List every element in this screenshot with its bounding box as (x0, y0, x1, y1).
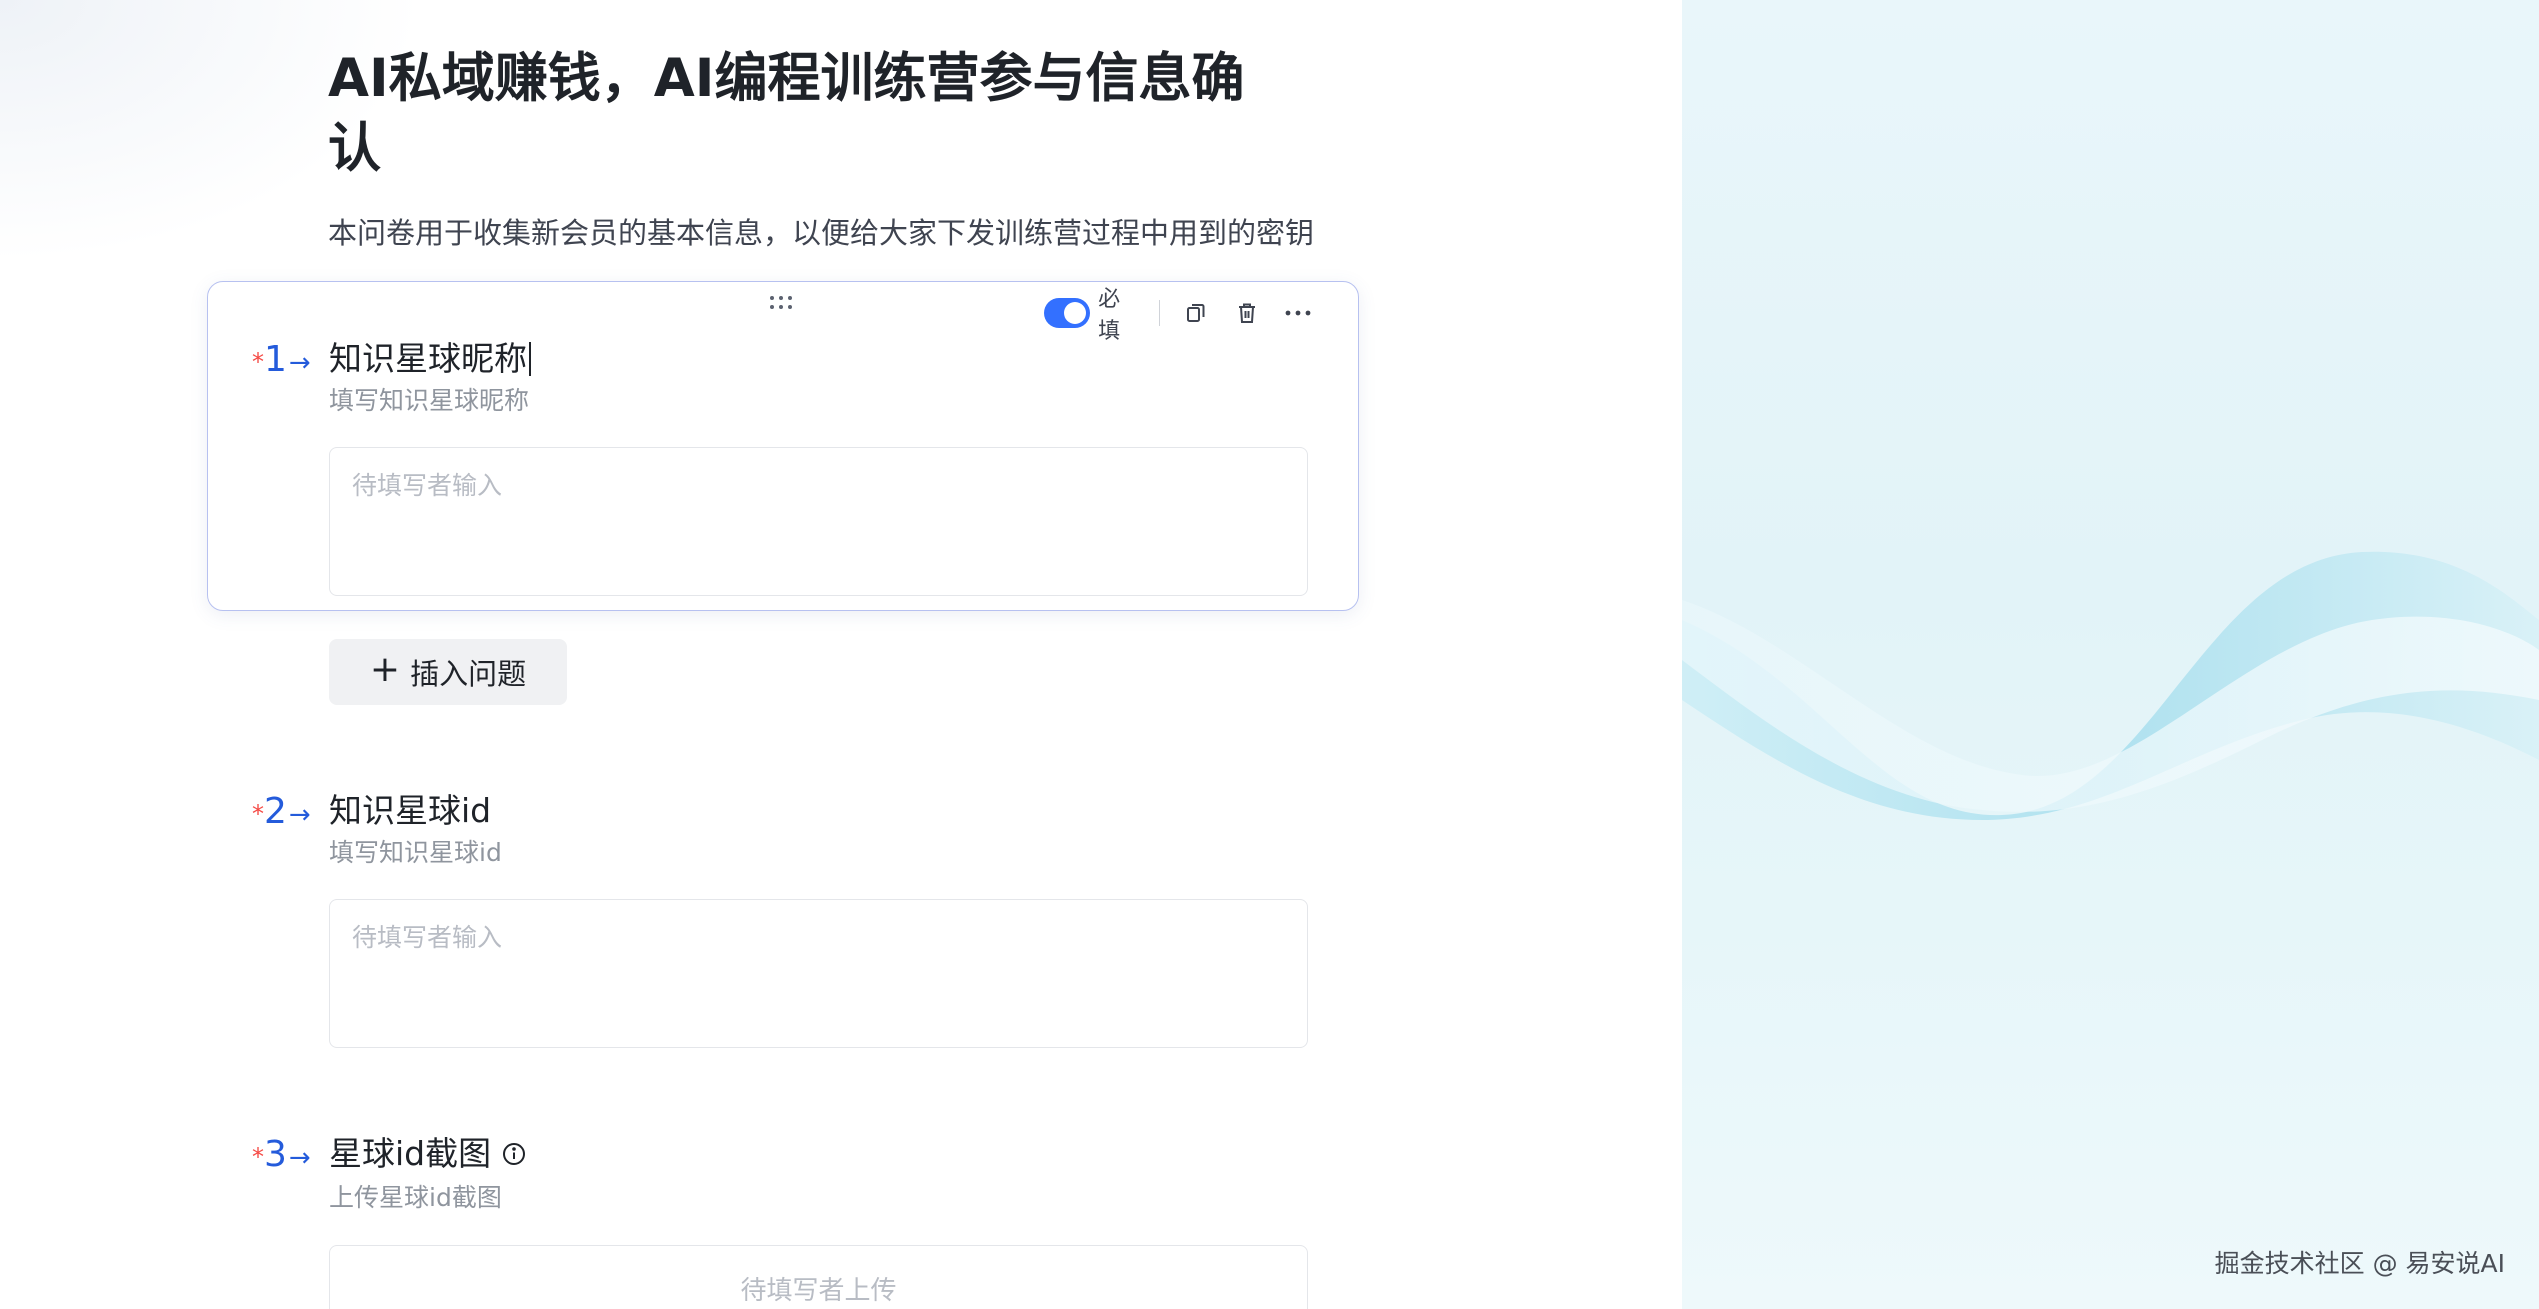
form-editor-pane: AI私域赚钱，AI编程训练营参与信息确认 本问卷用于收集新会员的基本信息，以便给… (0, 0, 1682, 1309)
wave-decoration (1682, 551, 2539, 820)
question-subtitle-1[interactable]: 填写知识星球昵称 (329, 385, 529, 417)
text-caret (529, 342, 531, 376)
arrow-icon: → (288, 800, 311, 830)
upload-area-3[interactable]: 待填写者上传 (329, 1245, 1308, 1309)
arrow-icon: → (288, 348, 311, 378)
required-toggle[interactable] (1044, 298, 1091, 328)
delete-icon[interactable] (1231, 296, 1262, 330)
question-number-3: *3→ (252, 1134, 311, 1175)
answer-input-2[interactable]: 待填写者输入 (329, 899, 1308, 1048)
watermark-text: 掘金技术社区 @ 易安说AI (2214, 1249, 2505, 1278)
question-subtitle-2[interactable]: 填写知识星球id (329, 837, 502, 869)
answer-input-1[interactable]: 待填写者输入 (329, 447, 1308, 596)
more-icon[interactable] (1283, 296, 1314, 330)
arrow-icon: → (288, 1143, 311, 1173)
form-description[interactable]: 本问卷用于收集新会员的基本信息，以便给大家下发训练营过程中用到的密钥 (328, 213, 1348, 253)
question-title-2[interactable]: 知识星球id (329, 789, 491, 833)
question-toolbar: 必填 (1044, 287, 1334, 344)
insert-question-label: 插入问题 (410, 657, 527, 691)
question-number-1: *1→ (252, 339, 311, 380)
copy-icon[interactable] (1180, 296, 1211, 330)
required-star: * (252, 1143, 264, 1171)
required-star: * (252, 800, 264, 828)
required-label: 必填 (1098, 287, 1121, 344)
insert-question-button[interactable]: + 插入问题 (329, 639, 567, 705)
plus-icon: + (369, 649, 401, 690)
drag-handle-icon[interactable] (770, 296, 794, 314)
question-number-2: *2→ (252, 791, 311, 832)
toolbar-divider (1158, 300, 1161, 326)
question-title-1[interactable]: 知识星球昵称 (329, 337, 531, 381)
question-title-3[interactable]: 星球id截图 (329, 1132, 527, 1176)
decorative-background-pane: 掘金技术社区 @ 易安说AI (1682, 0, 2539, 1309)
question-subtitle-3[interactable]: 上传星球id截图 (329, 1182, 502, 1214)
form-title[interactable]: AI私域赚钱，AI编程训练营参与信息确认 (328, 44, 1288, 184)
info-icon[interactable] (501, 1141, 527, 1167)
required-star: * (252, 348, 264, 376)
